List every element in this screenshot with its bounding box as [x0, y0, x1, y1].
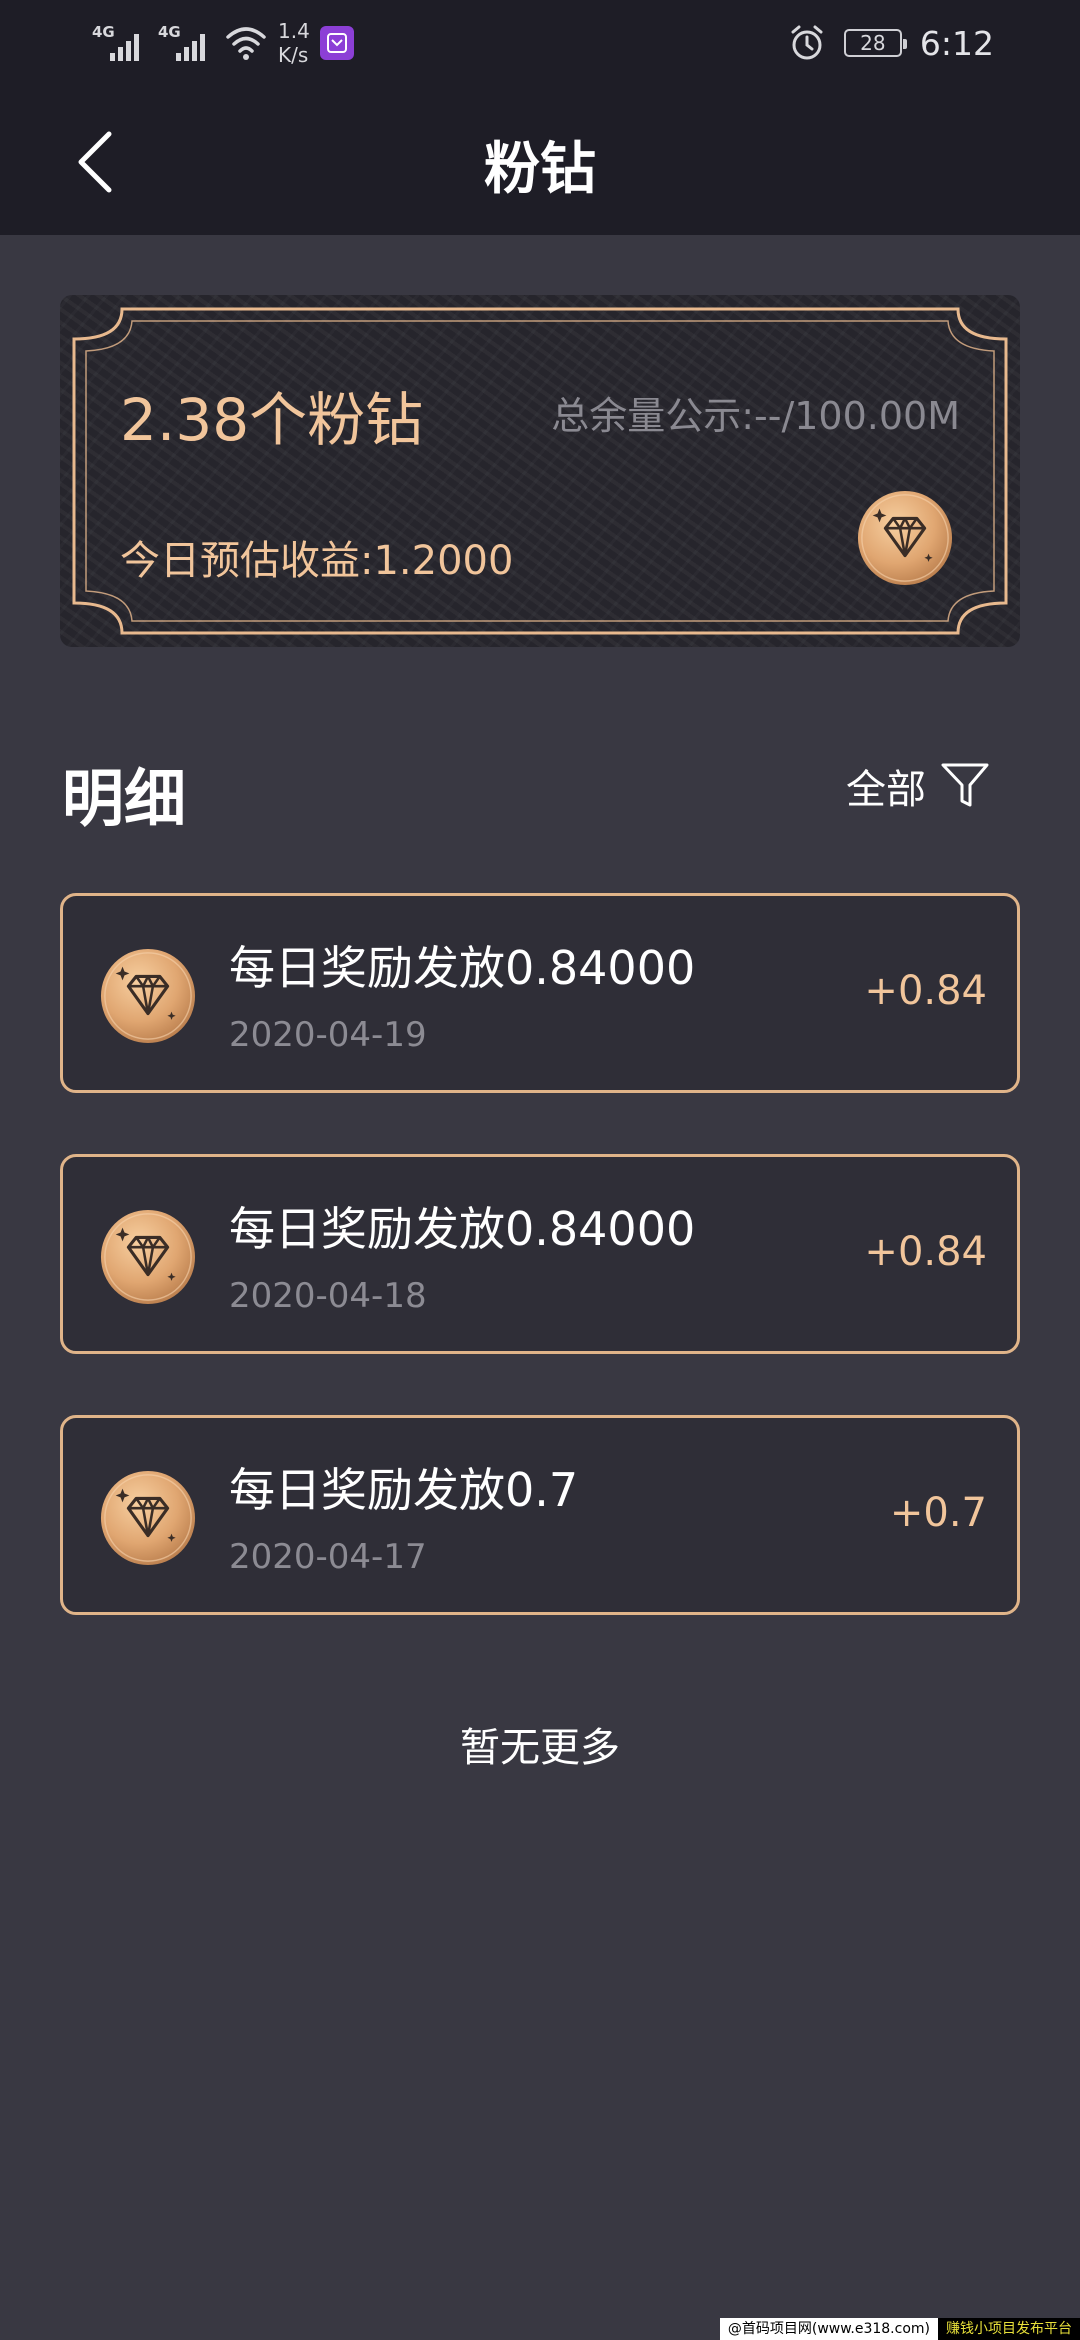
filter-label: 全部: [846, 767, 926, 813]
item-title: 每日奖励发放0.7: [229, 1463, 579, 1517]
cellular-signal-icon: 4G: [158, 23, 214, 63]
status-left-group: 4G 4G 1.4 K/s: [92, 16, 354, 70]
item-date: 2020-04-18: [229, 1276, 427, 1316]
network-speed-value: 1.4: [278, 19, 310, 43]
list-item[interactable]: 每日奖励发放0.84000 2020-04-18 +0.84: [60, 1154, 1020, 1354]
no-more-text: 暂无更多: [460, 1725, 620, 1771]
alarm-clock-icon: [791, 25, 823, 60]
diamond-coin-icon: [99, 1208, 197, 1306]
card-ornament-frame: [72, 307, 1008, 635]
notification-app-icon: [319, 26, 354, 60]
item-date: 2020-04-19: [229, 1015, 427, 1055]
detail-list: 每日奖励发放0.84000 2020-04-19 +0.84 每日奖励发放0.8…: [60, 893, 1020, 1676]
network-speed-unit: K/s: [278, 43, 309, 67]
network-speed: 1.4 K/s: [278, 19, 310, 67]
wifi-icon: [226, 27, 266, 60]
filter-dropdown[interactable]: 全部: [846, 756, 990, 816]
item-title: 每日奖励发放0.84000: [229, 941, 696, 995]
status-right-group: 28 6:12: [788, 16, 994, 70]
app-header: 4G 4G 1.4 K/s 28 6:12 粉钻: [0, 0, 1080, 235]
today-estimated-earnings: 今日预估收益:1.2000: [120, 538, 514, 584]
diamond-coin-icon: [856, 489, 954, 587]
list-item[interactable]: 每日奖励发放0.7 2020-04-17 +0.7: [60, 1415, 1020, 1615]
item-amount: +0.84: [864, 968, 987, 1014]
diamond-coin-icon: [99, 947, 197, 1045]
item-amount: +0.7: [889, 1490, 987, 1536]
watermark: @首码项目网(www.e318.com) 赚钱小项目发布平台: [719, 2318, 1080, 2340]
cellular-signal-icon: 4G: [92, 23, 148, 63]
pink-diamond-balance: 2.38个粉钻: [120, 386, 424, 454]
filter-funnel-icon: [941, 763, 989, 807]
details-section-title: 明细: [62, 762, 187, 835]
battery-level: 28: [860, 31, 886, 55]
item-title: 每日奖励发放0.84000: [229, 1202, 696, 1256]
status-bar: 4G 4G 1.4 K/s 28 6:12: [0, 0, 1080, 84]
battery-icon: 28: [843, 29, 907, 57]
watermark-site: @首码项目网(www.e318.com): [719, 2318, 938, 2340]
item-amount: +0.84: [864, 1229, 987, 1275]
total-supply-notice: 总余量公示:--/100.00M: [551, 394, 960, 438]
list-item[interactable]: 每日奖励发放0.84000 2020-04-19 +0.84: [60, 893, 1020, 1093]
item-date: 2020-04-17: [229, 1537, 427, 1577]
status-time: 6:12: [919, 23, 994, 63]
page-title: 粉钻: [484, 137, 596, 202]
watermark-slogan: 赚钱小项目发布平台: [938, 2318, 1080, 2340]
balance-card: 2.38个粉钻 总余量公示:--/100.00M 今日预估收益:1.2000: [60, 295, 1020, 647]
diamond-coin-icon: [99, 1469, 197, 1567]
